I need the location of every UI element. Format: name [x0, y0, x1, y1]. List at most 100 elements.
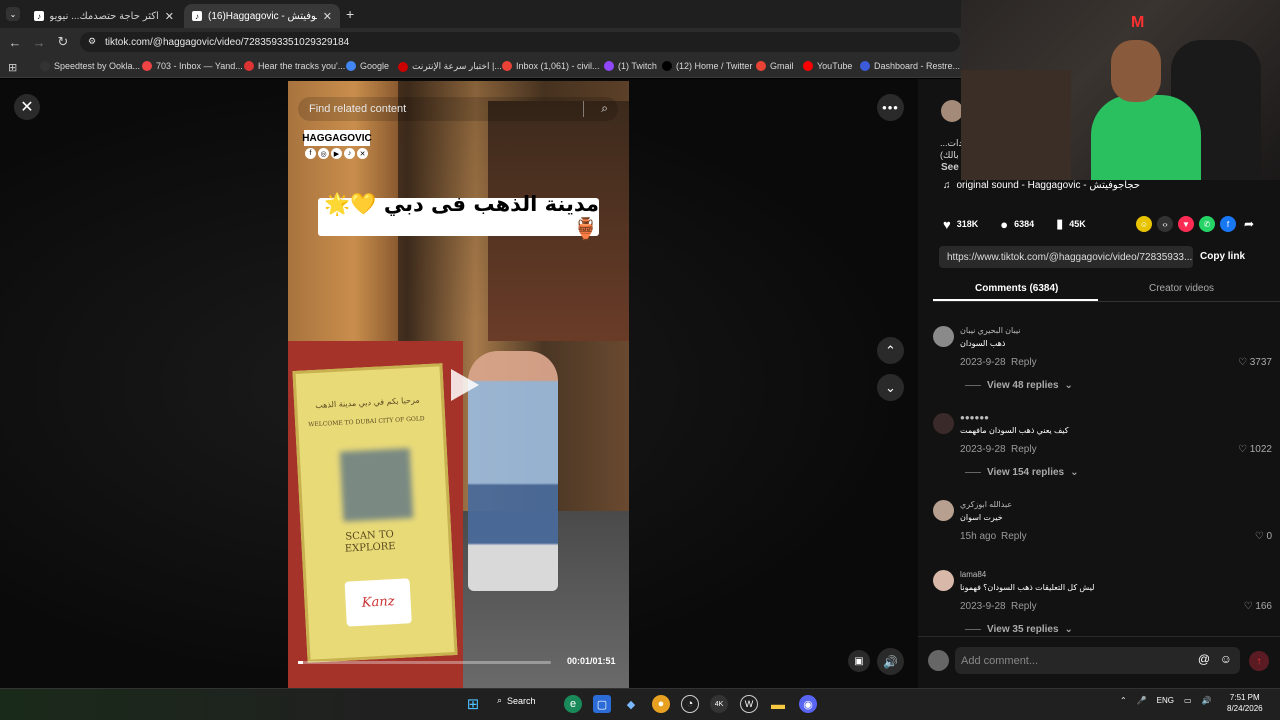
- language-indicator[interactable]: ENG: [1157, 696, 1174, 705]
- share-arrow-icon[interactable]: ➦: [1241, 216, 1257, 232]
- bookmark-item[interactable]: Speedtest by Ookla...: [40, 61, 140, 71]
- creator-avatar[interactable]: [941, 100, 963, 122]
- network-icon[interactable]: ▭: [1184, 696, 1192, 705]
- tab-2[interactable]: ♪ (16)Haggagovic - حجاجوفيتش (@ ✕: [184, 4, 340, 28]
- url-field[interactable]: ⚙ tiktok.com/@haggagovic/video/728359335…: [80, 32, 960, 52]
- windows-start-icon[interactable]: ⊞: [464, 695, 482, 713]
- bookmark-item[interactable]: (1) Twitch: [604, 61, 657, 71]
- video-link-field[interactable]: https://www.tiktok.com/@haggagovic/video…: [939, 246, 1193, 268]
- taskbar-clock[interactable]: 7:51 PM 8/24/2026: [1227, 692, 1263, 714]
- forward-icon[interactable]: →: [30, 33, 48, 51]
- bookmark-item[interactable]: Google: [346, 61, 389, 71]
- avatar[interactable]: [933, 326, 954, 347]
- comment-like-button[interactable]: ♡ 1022: [1238, 444, 1272, 455]
- comment-username[interactable]: نيبان البحيري نيبان: [960, 326, 1021, 335]
- avatar[interactable]: [933, 500, 954, 521]
- reply-button[interactable]: Reply: [1001, 531, 1027, 542]
- comment-input[interactable]: Add comment... @ ☺: [955, 647, 1240, 674]
- comment-like-button[interactable]: ♡ 166: [1244, 601, 1272, 612]
- tab-search-icon[interactable]: ⌄: [6, 7, 20, 21]
- save-count: 45K: [1069, 219, 1086, 229]
- chrome-icon[interactable]: ●: [652, 695, 670, 713]
- bookmark-item[interactable]: Dashboard - Restre...: [860, 61, 960, 71]
- comment-username[interactable]: عبدالله ابوزكري: [960, 500, 1012, 509]
- chevron-up-icon[interactable]: ⌃: [1120, 696, 1127, 705]
- user-avatar: [928, 650, 949, 671]
- search-icon[interactable]: ⌕: [601, 101, 608, 116]
- comment-item: lama84 ليش كل التعليقات ذهب السودان؟ فهم…: [933, 570, 1273, 636]
- close-icon[interactable]: ✕: [323, 10, 332, 23]
- bookmark-item[interactable]: Hear the tracks you'...: [244, 61, 345, 71]
- neon-sign: M: [1131, 14, 1145, 31]
- emoji-icon[interactable]: ☺: [1220, 652, 1232, 666]
- comment-count: 6384: [1014, 219, 1035, 229]
- view-replies-button[interactable]: View 48 replies ⌄: [965, 380, 1073, 391]
- comment-like-button[interactable]: ♡ 0: [1255, 531, 1272, 542]
- tab-comments[interactable]: Comments (6384): [975, 283, 1058, 294]
- apps-icon[interactable]: ⊞: [8, 61, 17, 74]
- bookmark-item[interactable]: اختبار سرعة الإنترنت |...: [398, 61, 502, 72]
- store-icon[interactable]: ▢: [593, 695, 611, 713]
- bookmark-item[interactable]: (12) Home / Twitter: [662, 61, 752, 71]
- reload-icon[interactable]: ↻: [54, 33, 72, 51]
- new-tab-button[interactable]: +: [346, 6, 354, 22]
- reply-button[interactable]: Reply: [1011, 444, 1037, 455]
- back-icon[interactable]: ←: [6, 33, 24, 51]
- embed-icon[interactable]: ‹›: [1157, 216, 1173, 232]
- close-icon[interactable]: ✕: [165, 10, 174, 23]
- view-replies-button[interactable]: View 35 replies ⌄: [965, 624, 1073, 635]
- previous-video-button[interactable]: ⌃: [877, 337, 904, 364]
- avatar[interactable]: [933, 413, 954, 434]
- bookmark-item[interactable]: Inbox (1,061) - civil...: [502, 61, 600, 71]
- tab-title: أكثر حاجة حتصدمك... نيويورك: [50, 10, 159, 22]
- see-more-link[interactable]: See: [941, 162, 959, 173]
- 4k-icon[interactable]: 4K: [710, 695, 728, 713]
- reply-button[interactable]: Reply: [1011, 357, 1037, 368]
- folder-icon[interactable]: ▬: [769, 695, 787, 713]
- bookmark-item[interactable]: 703 - Inbox — Yand...: [142, 61, 243, 71]
- speaker-icon[interactable]: 🔊: [1202, 696, 1212, 705]
- volume-icon[interactable]: 🔊: [877, 648, 904, 675]
- like-button[interactable]: ♥ 318K: [943, 217, 978, 232]
- music-info[interactable]: ♫ original sound - Haggagovic - حجاجوفيت…: [943, 180, 1140, 191]
- tab-creator-videos[interactable]: Creator videos: [1149, 283, 1214, 294]
- video-progress-bar[interactable]: [298, 661, 551, 664]
- taskbar-search[interactable]: ⌕ Search: [497, 695, 536, 706]
- app-icon[interactable]: ◆: [622, 695, 640, 713]
- microphone-icon[interactable]: 🎤: [1137, 696, 1147, 705]
- miniplayer-icon[interactable]: ▣: [848, 650, 870, 672]
- divider: [583, 101, 584, 117]
- comment-button[interactable]: ● 6384: [1000, 217, 1034, 232]
- obs-icon[interactable]: ◔: [681, 695, 699, 713]
- save-button[interactable]: ▮ 45K: [1056, 216, 1086, 232]
- bookmark-label: Speedtest by Ookla...: [54, 61, 141, 71]
- webcam-overlay: M: [961, 0, 1280, 180]
- next-video-button[interactable]: ⌄: [877, 374, 904, 401]
- discord-icon[interactable]: ◉: [799, 695, 817, 713]
- find-related-search[interactable]: Find related content ⌕: [298, 97, 618, 121]
- more-options-button[interactable]: •••: [877, 94, 904, 121]
- post-comment-button[interactable]: ↑: [1249, 651, 1269, 671]
- comment-like-button[interactable]: ♡ 3737: [1238, 357, 1272, 368]
- word-icon[interactable]: W: [740, 695, 758, 713]
- site-info-icon[interactable]: ⚙: [88, 36, 96, 47]
- tab-1[interactable]: ♪ أكثر حاجة حتصدمك... نيويورك ✕: [26, 4, 182, 28]
- avatar[interactable]: [933, 570, 954, 591]
- reply-button[interactable]: Reply: [1011, 601, 1037, 612]
- comment-username[interactable]: lama84: [960, 570, 986, 579]
- mention-icon[interactable]: @: [1198, 652, 1210, 666]
- whatsapp-icon[interactable]: ✆: [1199, 216, 1215, 232]
- friends-share-icon[interactable]: ☺: [1136, 216, 1152, 232]
- view-replies-label: View 35 replies: [987, 624, 1059, 635]
- facebook-icon[interactable]: f: [1220, 216, 1236, 232]
- copy-link-button[interactable]: Copy link: [1200, 251, 1245, 262]
- view-replies-button[interactable]: View 154 replies ⌄: [965, 467, 1078, 478]
- send-icon[interactable]: ▼: [1178, 216, 1194, 232]
- bookmark-item[interactable]: Gmail: [756, 61, 794, 71]
- comment-item: عبدالله ابوزكري خيرت اسوان 15h ago Reply…: [933, 500, 1273, 550]
- bookmark-item[interactable]: YouTube: [803, 61, 852, 71]
- play-icon[interactable]: [443, 365, 483, 405]
- edge-icon[interactable]: e: [564, 695, 582, 713]
- comment-username[interactable]: ●●●●●●: [960, 413, 989, 422]
- close-video-button[interactable]: ✕: [14, 94, 40, 120]
